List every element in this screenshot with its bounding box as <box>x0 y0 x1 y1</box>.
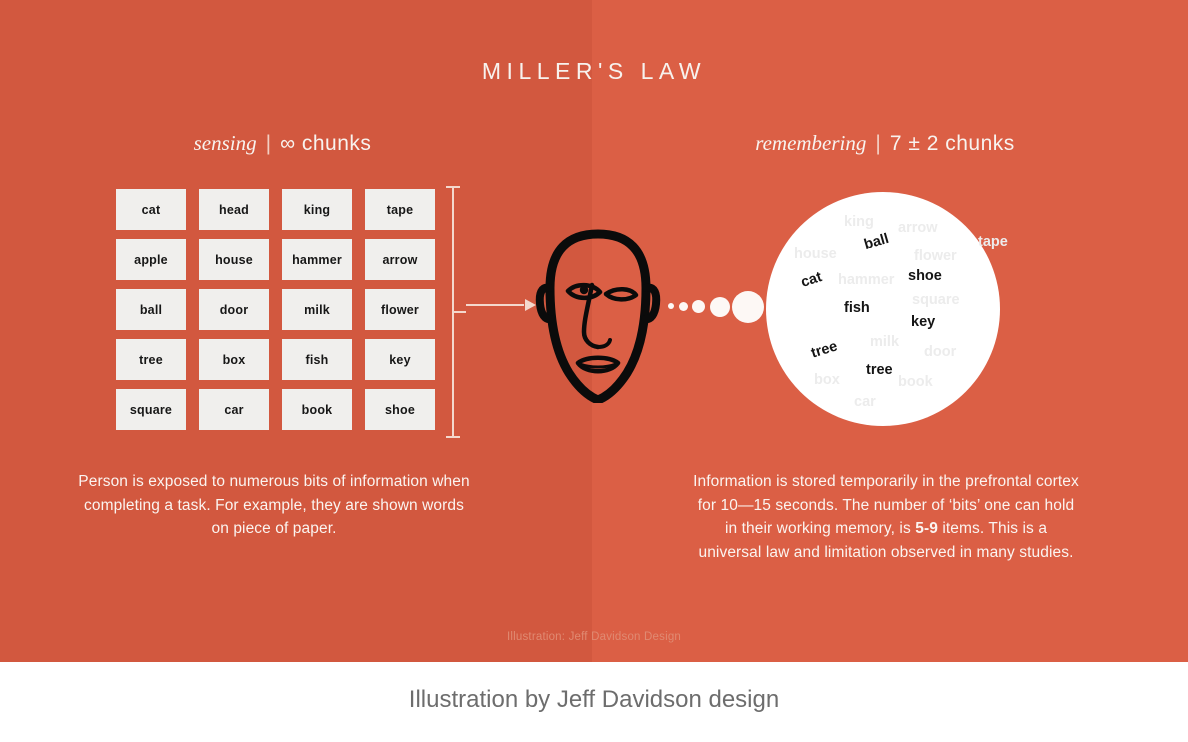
word-card: apple <box>116 239 186 280</box>
left-heading-quantity: ∞ chunks <box>280 132 372 155</box>
word-card: house <box>199 239 269 280</box>
forgotten-word: door <box>924 344 957 360</box>
flow-dot <box>710 297 730 317</box>
word-card: ball <box>116 289 186 330</box>
right-body-strong: 5-9 <box>915 520 938 538</box>
flow-arrow-icon <box>466 299 536 311</box>
flow-dot <box>692 300 706 314</box>
forgotten-word: arrow <box>898 220 938 236</box>
memory-circle: king arrow tape house flower hammer square milk… <box>766 192 1008 426</box>
right-column-heading: remembering | 7 ± 2 chunks <box>700 131 1070 156</box>
remembered-word: key <box>911 314 936 330</box>
left-heading-emphasis: sensing <box>193 131 257 155</box>
illustration-root: MILLER'S LAW sensing | ∞ chunks remember… <box>0 0 1188 742</box>
grid-bracket <box>446 186 466 438</box>
word-card: tree <box>116 339 186 380</box>
forgotten-word: flower <box>914 248 957 264</box>
inline-credit: Illustration: Jeff Davidson Design <box>506 631 682 643</box>
word-card: square <box>116 389 186 430</box>
person-face-icon <box>528 228 668 405</box>
forgotten-word: car <box>854 394 876 410</box>
remembered-word: fish <box>844 300 870 316</box>
word-card: door <box>199 289 269 330</box>
word-card: fish <box>282 339 352 380</box>
word-card: key <box>365 339 435 380</box>
flow-dot <box>732 291 764 323</box>
remembered-word: shoe <box>908 268 942 284</box>
flow-dots <box>668 289 764 323</box>
memory-circle-disc <box>766 192 1000 426</box>
left-heading-separator: | <box>265 132 272 155</box>
word-card: king <box>282 189 352 230</box>
right-heading-quantity: 7 ± 2 chunks <box>889 132 1015 155</box>
left-body-text: Person is exposed to numerous bits of in… <box>78 473 470 538</box>
right-body-text: Information is stored temporarily in the… <box>692 470 1080 564</box>
forgotten-word: house <box>794 246 837 262</box>
word-card: tape <box>365 189 435 230</box>
word-card: cat <box>116 189 186 230</box>
left-column-heading: sensing | ∞ chunks <box>110 131 455 156</box>
bracket-cap-bottom <box>446 436 460 438</box>
bracket-mid-tick <box>452 311 466 313</box>
remembered-word: tree <box>866 362 893 378</box>
forgotten-word: king <box>844 214 874 230</box>
forgotten-word: box <box>814 372 840 388</box>
flow-dot <box>679 302 689 312</box>
word-card: shoe <box>365 389 435 430</box>
flow-dot <box>668 303 675 310</box>
right-heading-emphasis: remembering <box>755 131 867 155</box>
forgotten-word: square <box>912 292 960 308</box>
forgotten-word: book <box>898 374 933 390</box>
forgotten-word: milk <box>870 334 900 350</box>
word-card: head <box>199 189 269 230</box>
bottom-caption: Illustration by Jeff Davidson design <box>408 686 780 713</box>
word-card: hammer <box>282 239 352 280</box>
word-card: arrow <box>365 239 435 280</box>
poster-panel: MILLER'S LAW sensing | ∞ chunks remember… <box>0 0 1188 662</box>
word-card: milk <box>282 289 352 330</box>
word-card: flower <box>365 289 435 330</box>
bracket-cap-top <box>446 186 460 188</box>
word-card: book <box>282 389 352 430</box>
arrow-shaft <box>466 304 524 306</box>
forgotten-word: hammer <box>838 272 895 288</box>
word-card: car <box>199 389 269 430</box>
forgotten-word: tape <box>978 234 1008 250</box>
word-card: box <box>199 339 269 380</box>
right-heading-separator: | <box>875 132 881 155</box>
word-card-grid: cat head king tape apple house hammer arrow ball… <box>116 189 435 430</box>
page-title: MILLER'S LAW <box>481 58 707 84</box>
